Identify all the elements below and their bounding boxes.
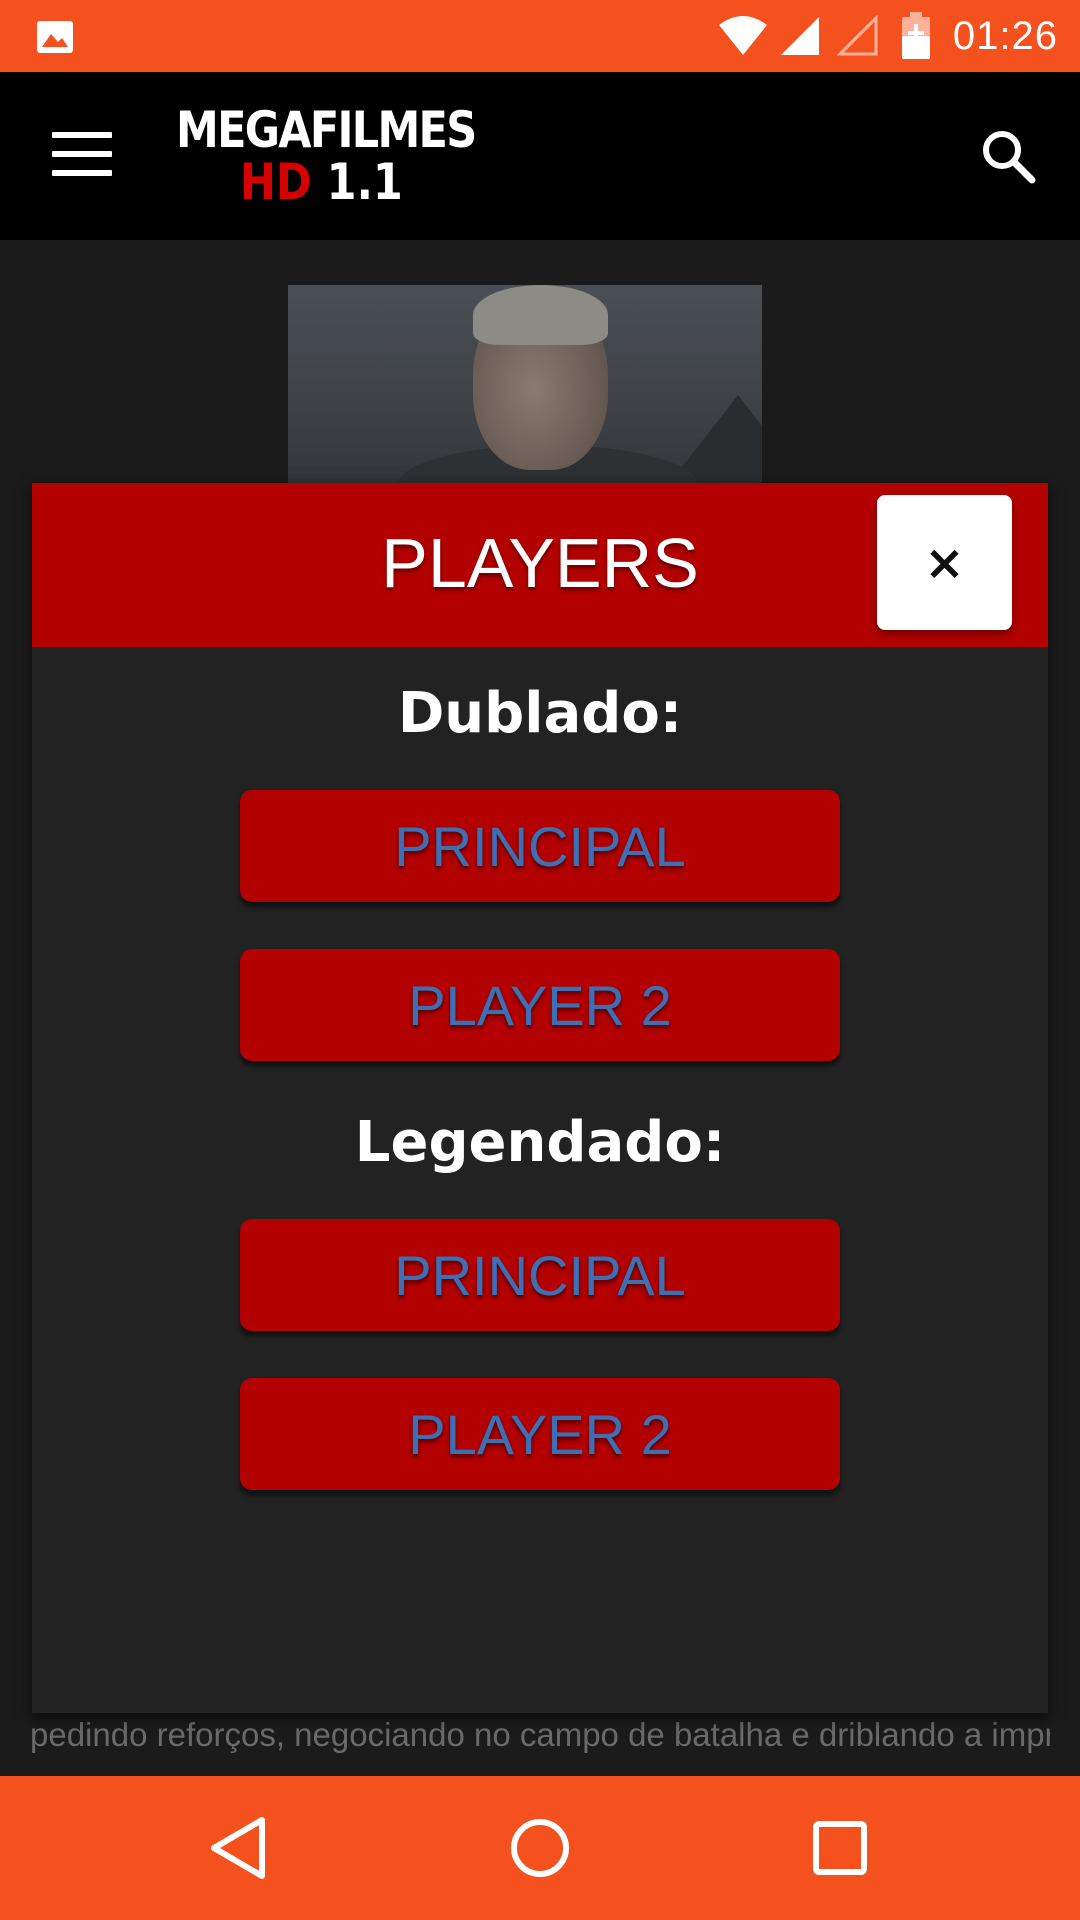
subtitled-principal-button[interactable]: PRINCIPAL <box>240 1219 840 1331</box>
dubbed-label: Dublado: <box>397 681 683 746</box>
home-icon[interactable] <box>500 1808 580 1888</box>
dubbed-player2-button[interactable]: PLAYER 2 <box>240 949 840 1061</box>
status-bar: 01:26 <box>0 0 1080 72</box>
navigation-bar <box>0 1776 1080 1920</box>
logo-subtitle: HD 1.1 <box>240 154 403 210</box>
app-logo[interactable]: MEGAFILMES HD 1.1 <box>176 101 477 212</box>
battery-charging-icon <box>901 12 930 59</box>
clock: 01:26 <box>952 13 1058 58</box>
hamburger-menu-icon[interactable] <box>52 132 112 180</box>
movie-description: pedindo reforços, negociando no campo de… <box>30 1716 1050 1753</box>
button-label: PLAYER 2 <box>408 973 672 1037</box>
subtitled-label: Legendado: <box>354 1110 726 1175</box>
button-label: PRINCIPAL <box>394 1243 686 1307</box>
app-bar: MEGAFILMES HD 1.1 <box>0 72 1080 240</box>
close-button[interactable]: × <box>877 495 1012 630</box>
players-modal: PLAYERS × Dublado: PRINCIPAL PLAYER 2 Le… <box>32 483 1048 1713</box>
wifi-icon <box>718 16 767 55</box>
modal-header: PLAYERS × <box>32 483 1048 647</box>
movie-poster <box>288 285 762 485</box>
recents-icon[interactable] <box>800 1808 880 1888</box>
subtitled-player2-button[interactable]: PLAYER 2 <box>240 1378 840 1490</box>
back-icon[interactable] <box>200 1808 280 1888</box>
no-signal-icon <box>836 15 878 56</box>
status-icons: 01:26 <box>717 0 1080 72</box>
dubbed-principal-button[interactable]: PRINCIPAL <box>240 790 840 902</box>
button-label: PRINCIPAL <box>394 814 686 878</box>
logo-version: 1.1 <box>326 153 403 211</box>
logo-title: MEGAFILMES <box>176 101 477 159</box>
signal-icon <box>780 17 819 55</box>
image-notification-icon <box>37 21 73 53</box>
button-label: PLAYER 2 <box>408 1402 672 1466</box>
search-icon[interactable] <box>978 126 1038 186</box>
close-icon: × <box>924 534 965 591</box>
logo-hd: HD <box>240 153 312 211</box>
